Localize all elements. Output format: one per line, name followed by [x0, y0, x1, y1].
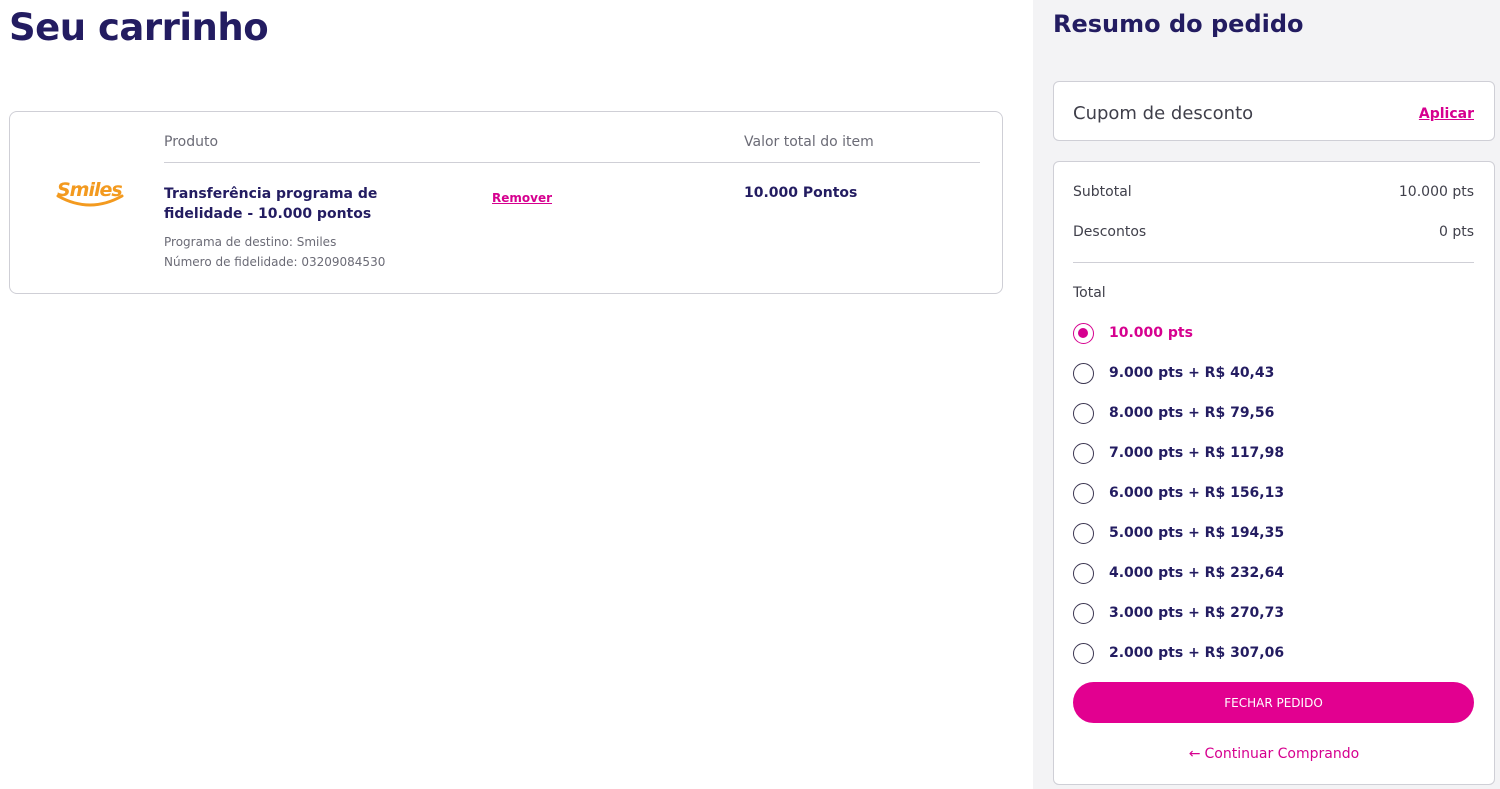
radio-button[interactable]	[1073, 363, 1094, 384]
product-column-header: Produto	[164, 134, 219, 150]
apply-coupon-link[interactable]: Aplicar	[1419, 106, 1474, 122]
payment-option[interactable]: 3.000 pts + R$ 270,73	[1073, 602, 1473, 626]
payment-option[interactable]: 10.000 pts	[1073, 322, 1473, 346]
payment-option-label: 8.000 pts + R$ 79,56	[1109, 405, 1275, 421]
payment-option[interactable]: 5.000 pts + R$ 194,35	[1073, 522, 1473, 546]
continue-shopping-label: Continuar Comprando	[1204, 746, 1360, 762]
destination-program: Programa de destino: Smiles	[164, 235, 337, 249]
header-divider	[164, 162, 980, 163]
payment-option[interactable]: 2.000 pts + R$ 307,06	[1073, 642, 1473, 666]
payment-option-label: 2.000 pts + R$ 307,06	[1109, 645, 1285, 661]
totals-box: Subtotal 10.000 pts Descontos 0 pts Tota…	[1053, 161, 1495, 785]
payment-option-label: 9.000 pts + R$ 40,43	[1109, 365, 1275, 381]
loyalty-number: Número de fidelidade: 03209084530	[164, 255, 386, 269]
payment-option[interactable]: 4.000 pts + R$ 232,64	[1073, 562, 1473, 586]
radio-button[interactable]	[1073, 523, 1094, 544]
coupon-box[interactable]: Cupom de desconto Aplicar	[1053, 81, 1495, 141]
discounts-label: Descontos	[1073, 224, 1147, 240]
payment-option-label: 5.000 pts + R$ 194,35	[1109, 525, 1285, 541]
payment-option-label: 6.000 pts + R$ 156,13	[1109, 485, 1285, 501]
payment-option[interactable]: 8.000 pts + R$ 79,56	[1073, 402, 1473, 426]
payment-option[interactable]: 9.000 pts + R$ 40,43	[1073, 362, 1473, 386]
payment-option-label: 3.000 pts + R$ 270,73	[1109, 605, 1285, 621]
subtotal-label: Subtotal	[1073, 184, 1132, 200]
payment-option-label: 7.000 pts + R$ 117,98	[1109, 445, 1285, 461]
radio-button[interactable]	[1073, 403, 1094, 424]
payment-option[interactable]: 7.000 pts + R$ 117,98	[1073, 442, 1473, 466]
item-total-value: 10.000 Pontos	[744, 185, 858, 201]
smiles-logo: Smiles	[54, 176, 126, 210]
radio-button[interactable]	[1073, 323, 1094, 344]
product-name: Transferência programa de fidelidade - 1…	[164, 186, 378, 222]
radio-button[interactable]	[1073, 563, 1094, 584]
total-label: Total	[1073, 285, 1106, 301]
radio-button[interactable]	[1073, 443, 1094, 464]
totals-divider	[1073, 262, 1474, 263]
cart-item-card: Produto Valor total do item Smiles Trans…	[9, 111, 1003, 294]
radio-button[interactable]	[1073, 483, 1094, 504]
radio-button[interactable]	[1073, 643, 1094, 664]
arrow-left-icon: ←	[1188, 746, 1201, 762]
subtotal-value: 10.000 pts	[1398, 184, 1474, 200]
checkout-button[interactable]: FECHAR PEDIDO	[1073, 682, 1474, 723]
continue-shopping-link[interactable]: ← Continuar Comprando	[1054, 746, 1494, 762]
summary-title: Resumo do pedido	[1053, 10, 1304, 38]
smiles-arc-icon	[56, 194, 124, 207]
coupon-label: Cupom de desconto	[1073, 103, 1254, 124]
payment-option-label: 4.000 pts + R$ 232,64	[1109, 565, 1285, 581]
payment-option[interactable]: 6.000 pts + R$ 156,13	[1073, 482, 1473, 506]
discounts-value: 0 pts	[1438, 224, 1474, 240]
item-total-column-header: Valor total do item	[744, 134, 874, 150]
remove-item-link[interactable]: Remover	[492, 191, 552, 205]
order-summary-sidebar: Resumo do pedido Cupom de desconto Aplic…	[1033, 0, 1500, 789]
payment-option-label: 10.000 pts	[1109, 325, 1193, 341]
radio-button[interactable]	[1073, 603, 1094, 624]
page-title: Seu carrinho	[9, 6, 269, 49]
